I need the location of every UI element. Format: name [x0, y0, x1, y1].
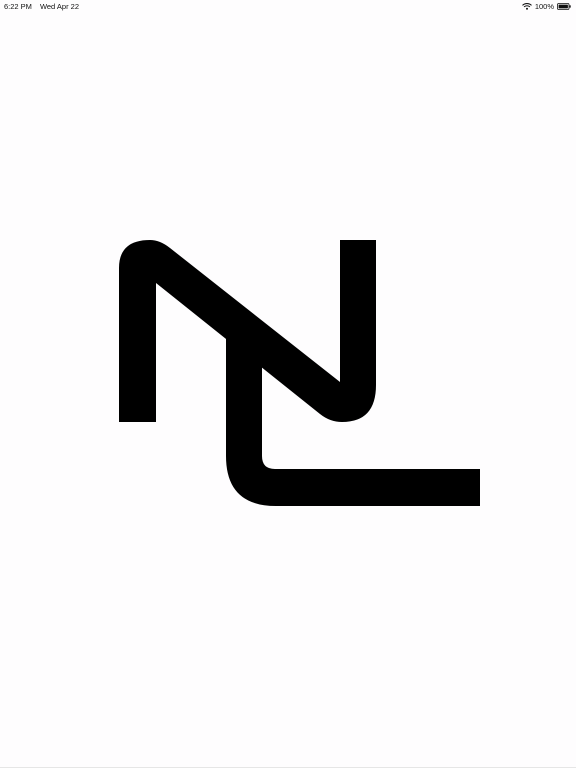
- splash-screen: 6:22 PM Wed Apr 22 100%: [0, 0, 576, 768]
- nl-monogram-logo: [119, 240, 480, 506]
